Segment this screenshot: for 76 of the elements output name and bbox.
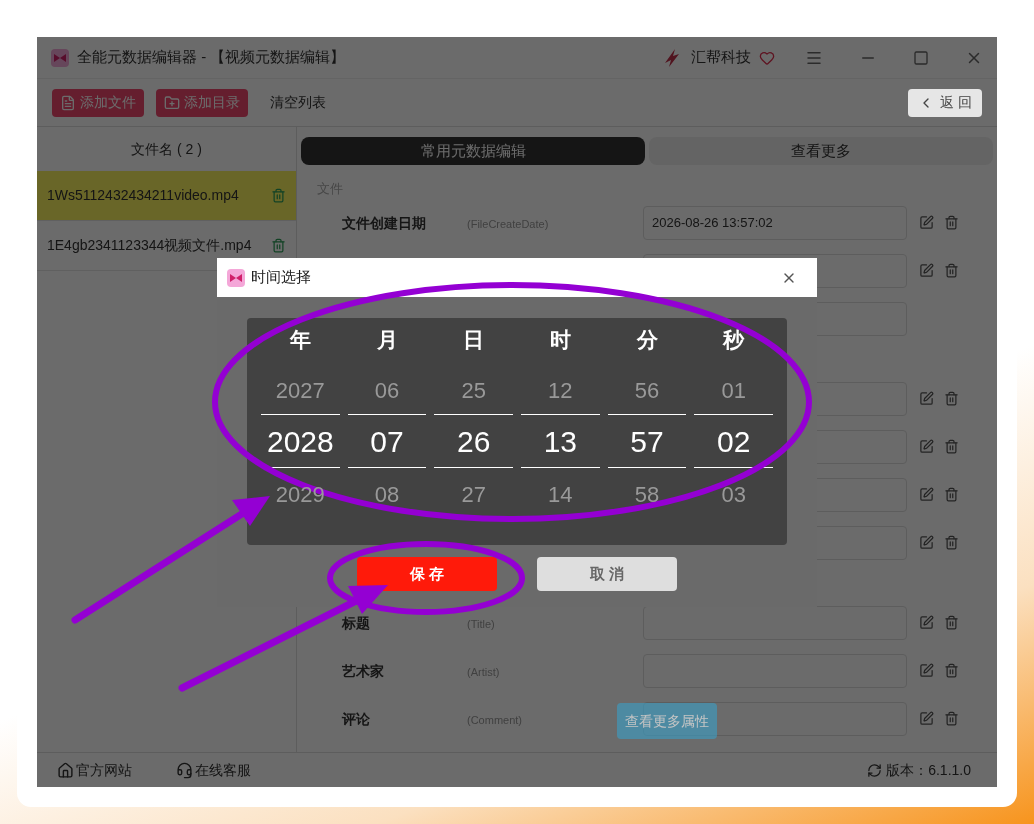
window-title: 全能元数据编辑器 - 【视频元数据编辑】	[77, 47, 346, 68]
edit-icon[interactable]	[919, 663, 934, 678]
picker-option[interactable]: 12	[548, 374, 573, 414]
delete-icon[interactable]	[944, 487, 959, 502]
back-button[interactable]: 返 回	[908, 88, 982, 117]
more-attributes-button[interactable]: 查看更多属性	[617, 703, 717, 739]
delete-icon[interactable]	[944, 391, 959, 406]
column-header: 分	[636, 327, 658, 353]
toolbar-button[interactable]: 添加目录	[156, 88, 248, 117]
picker-selected-value[interactable]: 07	[347, 414, 427, 468]
home-icon	[57, 761, 74, 779]
delete-icon[interactable]	[944, 263, 959, 278]
delete-icon[interactable]	[944, 663, 959, 678]
picker-selected-value[interactable]: 26	[434, 414, 513, 468]
maximize-icon[interactable]	[913, 49, 929, 66]
document-icon	[60, 94, 76, 111]
picker-selected-value[interactable]: 02	[694, 414, 774, 468]
delete-icon[interactable]	[944, 439, 959, 454]
file-name: 1E4gb2341123344视频文件.mp4	[47, 236, 252, 255]
folder-plus-icon	[164, 94, 180, 111]
clear-list-button[interactable]: 清空列表	[260, 88, 336, 117]
file-row[interactable]: 1Ws5112432434211video.mp4	[37, 171, 296, 221]
picker-option[interactable]: 56	[634, 374, 660, 414]
field-label: 艺术家	[342, 662, 384, 679]
edit-icon[interactable]	[919, 711, 934, 726]
delete-icon[interactable]	[944, 535, 959, 550]
field-label: 文件创建日期	[342, 214, 426, 231]
version-text: 版本：6.1.1.0	[886, 760, 971, 780]
edit-icon[interactable]	[919, 263, 934, 278]
column-header: 日	[463, 327, 485, 353]
heart-icon	[759, 49, 775, 66]
column-header: 时	[549, 327, 571, 353]
column-header: 年	[289, 327, 311, 353]
toolbar-button[interactable]: 添加文件	[52, 88, 144, 117]
picker-option[interactable]: 2029	[275, 478, 325, 518]
edit-icon[interactable]	[919, 439, 934, 454]
edit-icon[interactable]	[919, 391, 934, 406]
headset-icon	[176, 761, 193, 779]
picker-option[interactable]: 08	[374, 478, 400, 518]
picker-option[interactable]: 2027	[275, 374, 325, 414]
tab[interactable]: 常用元数据编辑	[301, 137, 645, 165]
delete-icon[interactable]	[944, 215, 959, 230]
input-field[interactable]: 2026-08-26 13:57:02	[643, 205, 907, 240]
column-header: 月	[376, 327, 398, 353]
picker-selected-value[interactable]: 57	[607, 414, 687, 468]
edit-icon[interactable]	[919, 487, 934, 502]
picker-option[interactable]: 01	[721, 374, 746, 414]
app-logo-icon	[51, 48, 69, 67]
picker-option[interactable]: 25	[461, 374, 486, 414]
picker-option[interactable]: 14	[548, 478, 573, 518]
picker-option[interactable]: 06	[374, 374, 400, 414]
edit-icon[interactable]	[919, 615, 934, 630]
field-label: 标题	[342, 614, 370, 631]
picker-option[interactable]: 27	[461, 478, 486, 518]
picker-option[interactable]: 58	[634, 478, 660, 518]
refresh-icon	[867, 762, 883, 778]
delete-icon[interactable]	[271, 188, 286, 203]
file-name: 1Ws5112432434211video.mp4	[47, 186, 239, 205]
column-header: 秒	[723, 327, 745, 353]
footer-link[interactable]: 官方网站	[57, 759, 132, 781]
cancel-button[interactable]: 取 消	[537, 557, 677, 591]
tab[interactable]: 查看更多	[649, 137, 993, 165]
edit-icon[interactable]	[919, 215, 934, 230]
delete-icon[interactable]	[944, 711, 959, 726]
brand-name: 汇帮科技	[691, 47, 751, 68]
delete-icon[interactable]	[944, 615, 959, 630]
picker-option[interactable]: 03	[721, 478, 746, 518]
save-button[interactable]: 保 存	[357, 557, 497, 591]
picker-selected-value[interactable]: 13	[521, 414, 600, 468]
edit-icon[interactable]	[919, 535, 934, 550]
picker-selected-value[interactable]: 2028	[261, 414, 340, 468]
field-label: 评论	[342, 710, 370, 727]
app-logo-icon	[227, 268, 245, 287]
file-list-header: 文件名 ( 2 )	[131, 139, 202, 159]
delete-icon[interactable]	[271, 238, 286, 253]
footer-link[interactable]: 在线客服	[176, 759, 251, 781]
